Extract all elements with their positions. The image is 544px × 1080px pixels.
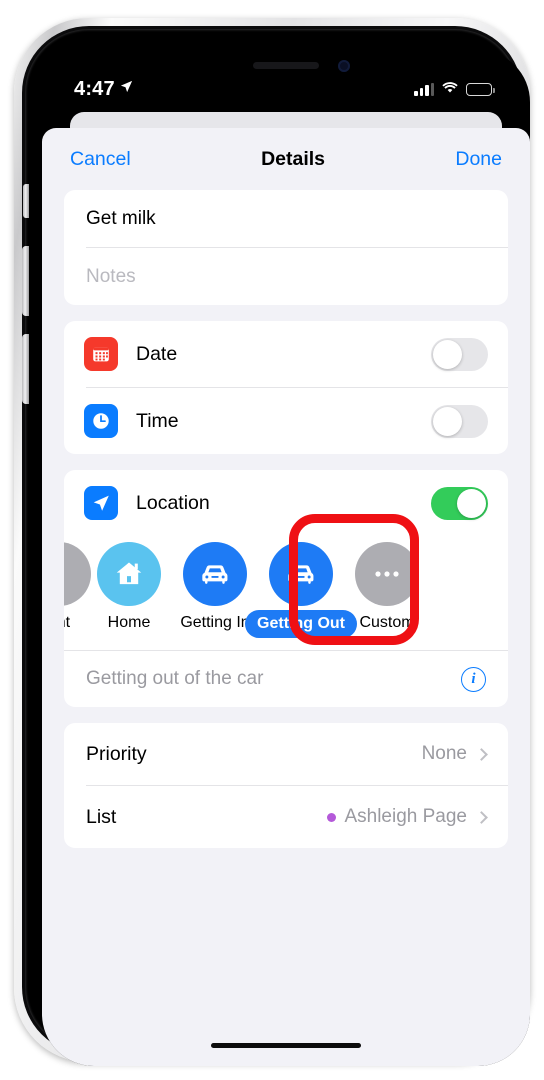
car-icon <box>183 542 247 606</box>
location-arrow-icon <box>119 79 134 99</box>
chevron-right-icon <box>475 747 488 761</box>
schedule-card: Date Time <box>64 321 508 454</box>
location-card: Location ent <box>64 470 508 707</box>
front-camera-icon <box>338 60 350 72</box>
list-label: List <box>86 805 117 828</box>
sheet-header: Cancel Details Done <box>42 128 530 190</box>
reminder-text-card: Get milk Notes <box>64 190 508 305</box>
time-row[interactable]: Time <box>64 388 508 454</box>
location-preset-label: ent <box>64 614 71 631</box>
meta-card: Priority None List Ashleigh Page <box>64 723 508 848</box>
location-preset-label: Home <box>107 614 151 631</box>
page-title: Details <box>261 147 326 170</box>
date-row[interactable]: Date <box>64 321 508 387</box>
reminder-notes-placeholder: Notes <box>86 265 136 287</box>
location-preset-label: Getting In <box>180 614 250 631</box>
location-arrow-icon <box>84 486 118 520</box>
volume-up-button[interactable] <box>22 246 29 316</box>
priority-label: Priority <box>86 742 147 765</box>
location-detail-text: Getting out of the car <box>86 668 264 689</box>
cancel-button[interactable]: Cancel <box>70 148 131 171</box>
home-indicator[interactable] <box>211 1043 361 1048</box>
reminder-notes-field[interactable]: Notes <box>64 248 508 305</box>
details-modal-sheet: Cancel Details Done Get milk Notes Date … <box>42 128 530 1066</box>
mute-switch-button[interactable] <box>23 184 29 218</box>
status-bar: 4:47 <box>42 72 530 106</box>
location-detail-row[interactable]: Getting out of the car i <box>64 651 508 707</box>
phone-screen: 4:47 Cancel Details Done Get milk Notes … <box>42 50 530 1066</box>
priority-value: None <box>421 743 467 764</box>
location-preset-label-selected: Getting Out <box>245 610 357 638</box>
location-preset-current[interactable]: ent <box>64 542 91 632</box>
battery-low-icon <box>466 82 495 96</box>
done-button[interactable]: Done <box>455 148 502 171</box>
location-row[interactable]: Location <box>64 470 508 536</box>
time-toggle[interactable] <box>431 404 488 438</box>
date-label: Date <box>136 342 178 365</box>
ellipsis-icon <box>355 542 419 606</box>
location-presets-strip[interactable]: ent Home <box>64 536 508 650</box>
list-row[interactable]: List Ashleigh Page <box>64 786 508 848</box>
location-label: Location <box>136 491 210 514</box>
reminder-title-field[interactable]: Get milk <box>64 190 508 247</box>
sheet-body: Get milk Notes Date Time Location t Home… <box>42 190 530 1066</box>
cellular-bars-icon <box>414 82 434 96</box>
car-icon <box>269 542 333 606</box>
status-bar-right <box>414 80 495 99</box>
location-preset-label: Custom <box>359 614 415 631</box>
list-value-wrap: Ashleigh Page <box>327 806 467 828</box>
list-color-dot <box>327 812 337 822</box>
location-toggle[interactable] <box>431 486 488 520</box>
location-preset-getting-out[interactable]: Getting Out <box>245 542 357 638</box>
wifi-icon <box>441 80 459 99</box>
phone-frame: 4:47 Cancel Details Done Get milk Notes … <box>14 18 530 1066</box>
house-icon <box>97 542 161 606</box>
location-preset-custom[interactable]: Custom <box>344 542 430 632</box>
info-circle-icon[interactable]: i <box>461 666 486 692</box>
earpiece-speaker-icon <box>253 62 319 69</box>
date-toggle[interactable] <box>431 337 488 371</box>
reminder-title-value: Get milk <box>86 207 156 229</box>
status-time: 4:47 <box>74 77 115 100</box>
clock-icon <box>84 404 118 438</box>
chevron-right-icon <box>475 810 488 824</box>
time-label: Time <box>136 409 179 432</box>
volume-down-button[interactable] <box>22 334 29 404</box>
priority-row[interactable]: Priority None <box>64 723 508 785</box>
status-bar-left: 4:47 <box>74 78 134 101</box>
list-value: Ashleigh Page <box>344 806 467 827</box>
location-preset-home[interactable]: Home <box>86 542 172 632</box>
calendar-icon <box>84 337 118 371</box>
